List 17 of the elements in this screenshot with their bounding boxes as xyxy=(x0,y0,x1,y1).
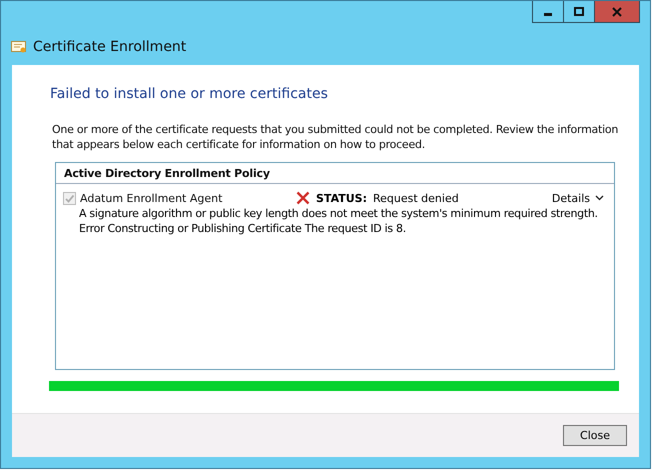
error-icon xyxy=(296,191,310,205)
minimize-icon xyxy=(544,13,552,16)
close-button[interactable] xyxy=(594,1,640,23)
intro-text: One or more of the certificate requests that you submitted could not be completed. Review the information that appears below each certificate for information on how to proceed. xyxy=(52,122,620,152)
close-dialog-button[interactable]: Close xyxy=(563,425,627,446)
close-icon xyxy=(612,6,622,16)
error-message: A signature algorithm or public key length does not meet the system's minimum required strength. Error Constructing or Publishing Certificate The request ID is 8. xyxy=(79,206,599,236)
status-label: STATUS: xyxy=(316,192,367,204)
maximize-icon xyxy=(574,6,584,16)
chevron-icon xyxy=(595,195,604,201)
certificate-icon xyxy=(11,40,27,54)
status-text: Request denied xyxy=(373,192,460,204)
policy-title: Active Directory Enrollment Policy xyxy=(56,163,614,184)
window-title: Certificate Enrollment xyxy=(33,39,186,55)
dialog-heading: Failed to install one or more certificates xyxy=(50,86,329,102)
minimize-button[interactable] xyxy=(532,1,564,23)
certificate-name: Adatum Enrollment Agent xyxy=(80,192,224,204)
